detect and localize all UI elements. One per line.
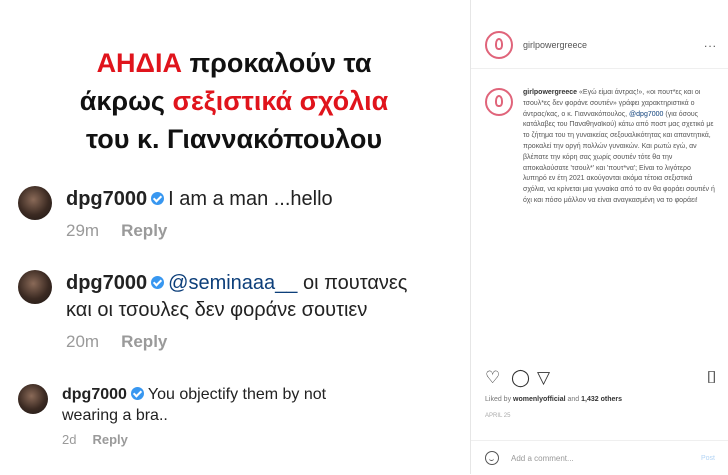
add-comment-bar: Add a comment... Post: [471, 440, 728, 475]
emoji-icon[interactable]: [485, 451, 499, 465]
avatar[interactable]: [18, 270, 52, 304]
comment-text: dpg7000 You objectify them by not wearing …: [62, 384, 326, 426]
comment-time: 20m: [66, 332, 100, 351]
likes-prefix: Liked by: [485, 396, 512, 403]
reply-button[interactable]: Reply: [121, 332, 167, 351]
comment-meta: 20m Reply: [66, 332, 407, 352]
comment-1: dpg7000 I am a man ...hello 29m Reply: [18, 186, 333, 241]
headline-red-word: ΑΗΔΙΑ: [96, 48, 182, 78]
header-username[interactable]: girlpowergreece: [523, 40, 587, 50]
comment-username[interactable]: dpg7000: [66, 188, 147, 210]
profile-logo-icon[interactable]: [485, 88, 513, 116]
more-options-icon[interactable]: ...: [704, 36, 717, 50]
likes-user[interactable]: womenlyofficial: [513, 396, 566, 403]
headline-line-2-text: άκρως: [79, 86, 165, 116]
post-actions: ♡ ◯ ▽ ⌷: [485, 368, 717, 390]
profile-logo-icon[interactable]: [485, 31, 513, 59]
caption-text: girlpowergreece «Εγώ είμαι άντρας!», «οι…: [523, 88, 715, 207]
comment-mention[interactable]: @seminaaa__: [168, 272, 297, 294]
comment-image-panel: ΑΗΔΙΑ προκαλούν τα άκρως σεξιστικά σχόλι…: [0, 0, 468, 474]
comment-text: dpg7000 @seminaaa__ οι πουτανες και οι τσο…: [66, 270, 407, 324]
likes-middle: and: [567, 396, 580, 403]
comment-time: 29m: [66, 221, 100, 240]
comment-meta: 2d Reply: [62, 432, 326, 447]
reply-button[interactable]: Reply: [121, 221, 167, 240]
screenshot-frame: ΑΗΔΙΑ προκαλούν τα άκρως σεξιστικά σχόλι…: [0, 0, 728, 474]
verified-badge-icon: [151, 275, 165, 289]
headline-line-1-text: προκαλούν τα: [189, 48, 372, 78]
bookmark-icon[interactable]: ⌷: [707, 368, 717, 388]
share-icon[interactable]: ▽: [537, 368, 550, 388]
headline-line-2: άκρως σεξιστικά σχόλια: [0, 82, 468, 120]
post-button[interactable]: Post: [701, 455, 715, 462]
post-date: APRIL 25: [485, 413, 511, 419]
post-sidebar: girlpowergreece ... girlpowergreece «Εγώ…: [470, 0, 728, 474]
reply-button[interactable]: Reply: [92, 432, 127, 447]
comment-body: You objectify them by not: [147, 386, 327, 403]
avatar[interactable]: [18, 384, 48, 414]
comment-body: I am a man ...hello: [168, 188, 333, 210]
comment-username[interactable]: dpg7000: [66, 272, 147, 294]
comment-2: dpg7000 @seminaaa__ οι πουτανες και οι τσο…: [18, 270, 407, 352]
add-comment-input[interactable]: Add a comment...: [511, 454, 574, 463]
comment-text: dpg7000 I am a man ...hello: [66, 186, 333, 213]
likes-count[interactable]: 1,432 others: [581, 396, 622, 403]
caption-body-2: (για όσους κατάλαβες του Παναθηναϊκού) κ…: [523, 110, 715, 204]
avatar[interactable]: [18, 186, 52, 220]
headline-line-1: ΑΗΔΙΑ προκαλούν τα: [0, 44, 468, 82]
comment-body: οι πουτανες: [303, 272, 408, 294]
comment-3: dpg7000 You objectify them by not wearing …: [18, 384, 326, 447]
comment-body-line-2: wearing a bra..: [62, 407, 168, 424]
comment-icon[interactable]: ◯: [511, 368, 530, 388]
heart-icon[interactable]: ♡: [485, 368, 500, 388]
caption-username[interactable]: girlpowergreece: [523, 89, 577, 96]
verified-badge-icon: [151, 191, 165, 205]
headline-line-3: του κ. Γιαννακόπουλου: [85, 124, 383, 154]
likes-summary: Liked by womenlyofficial and 1,432 other…: [485, 396, 622, 403]
verified-badge-icon: [130, 386, 144, 400]
post-header: girlpowergreece ...: [471, 22, 728, 69]
comment-body-line-2: και οι τσουλες δεν φοράνε σουτιεν: [66, 299, 368, 321]
comment-username[interactable]: dpg7000: [62, 386, 127, 403]
comment-meta: 29m Reply: [66, 221, 333, 241]
headline: ΑΗΔΙΑ προκαλούν τα άκρως σεξιστικά σχόλι…: [0, 44, 468, 158]
comment-time: 2d: [62, 432, 77, 447]
caption-mention[interactable]: @dpg7000: [629, 111, 663, 118]
post-caption: girlpowergreece «Εγώ είμαι άντρας!», «οι…: [485, 88, 721, 207]
headline-red-phrase: σεξιστικά σχόλια: [172, 86, 389, 116]
